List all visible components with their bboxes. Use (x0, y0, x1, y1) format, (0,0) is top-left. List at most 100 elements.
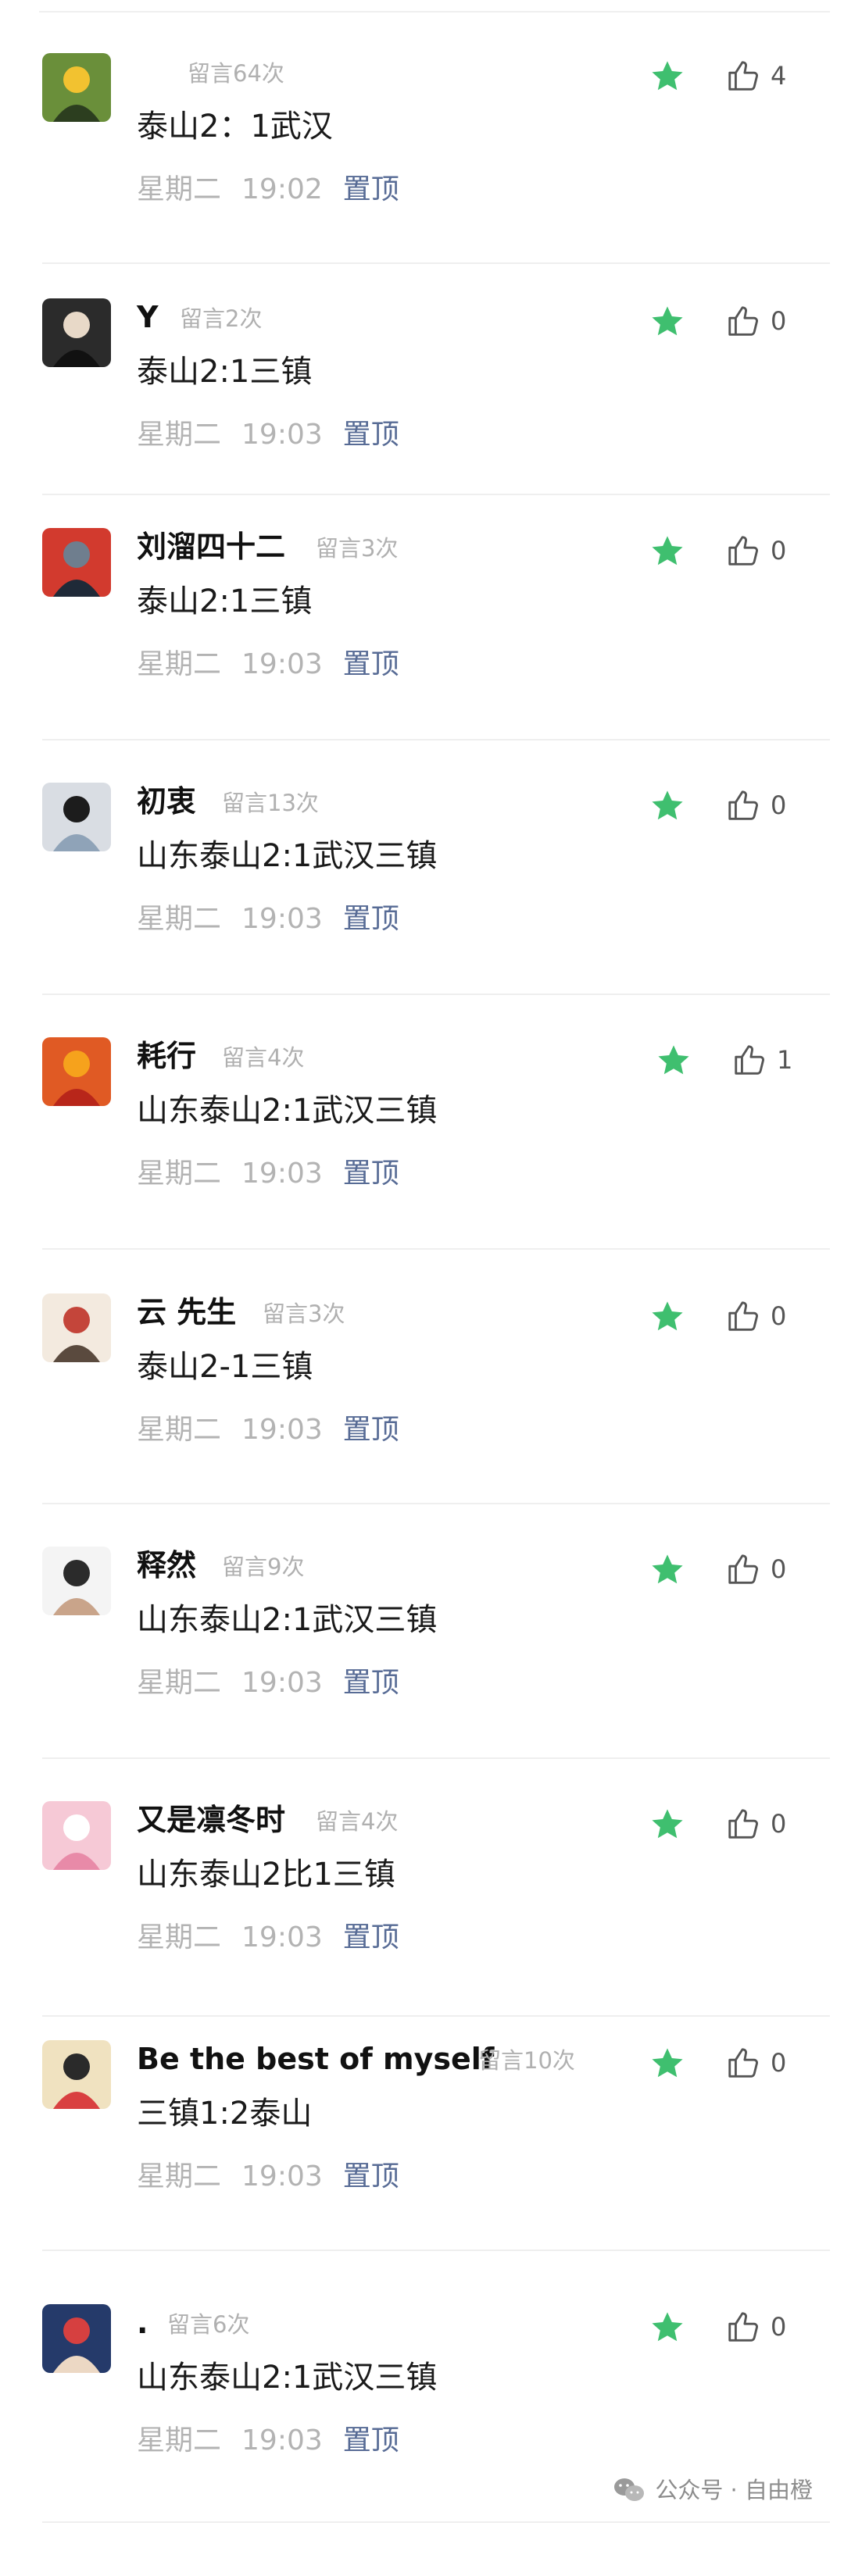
star-icon[interactable] (655, 1042, 692, 1079)
star-icon[interactable] (649, 2045, 686, 2082)
like-button[interactable]: 0 (725, 2043, 786, 2082)
thumbs-up-icon (728, 790, 758, 820)
comment-day: 星期二 (137, 1414, 222, 1446)
pin-button[interactable]: 置顶 (343, 1414, 399, 1446)
avatar[interactable] (42, 1037, 111, 1106)
like-count: 0 (771, 2312, 787, 2342)
avatar-photo-icon (42, 1801, 111, 1870)
avatar[interactable] (42, 1547, 111, 1615)
star-icon[interactable] (649, 1551, 686, 1589)
pin-button[interactable]: 置顶 (343, 648, 399, 680)
nickname: Y (137, 300, 159, 334)
like-button[interactable]: 4 (725, 56, 786, 95)
comment-count: 留言4次 (316, 1808, 399, 1835)
comment-count: 留言4次 (222, 1044, 305, 1071)
comment-text: 泰山2:1三镇 (137, 583, 313, 619)
like-count: 0 (771, 306, 787, 336)
avatar[interactable] (42, 783, 111, 851)
comment-time: 19:03 (241, 1158, 323, 1190)
comment-time: 19:02 (241, 173, 323, 205)
avatar[interactable] (42, 1801, 111, 1870)
comment-day: 星期二 (137, 648, 222, 680)
star-icon[interactable] (649, 533, 686, 570)
comment-text: 泰山2:1三镇 (137, 354, 313, 390)
comment-text: 泰山2：1武汉 (137, 109, 333, 144)
thumbs-up-icon (728, 536, 758, 566)
comment-time: 19:03 (241, 1667, 323, 1699)
pin-button[interactable]: 置顶 (343, 1158, 399, 1190)
pin-button[interactable]: 置顶 (343, 2424, 399, 2456)
pin-button[interactable]: 置顶 (343, 1921, 399, 1953)
comment-day: 星期二 (137, 419, 222, 451)
comment-text: 山东泰山2:1武汉三镇 (137, 1602, 438, 1638)
comment-day: 星期二 (137, 903, 222, 935)
pin-button[interactable]: 置顶 (343, 419, 399, 451)
avatar[interactable] (42, 528, 111, 597)
avatar[interactable] (42, 2304, 111, 2373)
comment-count: 留言64次 (188, 60, 284, 87)
avatar[interactable] (42, 1293, 111, 1362)
comment-meta: 星期二 19:03 置顶 (137, 1665, 399, 1701)
like-button[interactable]: 0 (725, 786, 786, 825)
avatar-photo-icon (42, 2304, 111, 2373)
comment-meta: 星期二 19:02 置顶 (137, 172, 399, 208)
comment-item: . 留言6次 山东泰山2:1武汉三镇 星期二 19:03 置顶 0 (0, 2304, 844, 2468)
like-button[interactable]: 0 (725, 531, 786, 570)
avatar-photo-icon (42, 2040, 111, 2109)
avatar[interactable] (42, 2040, 111, 2109)
like-button[interactable]: 0 (725, 1804, 786, 1843)
like-count: 1 (777, 1045, 793, 1075)
pin-button[interactable]: 置顶 (343, 2160, 399, 2192)
thumbs-up-icon (728, 1809, 758, 1839)
divider (42, 1503, 830, 1504)
comment-day: 星期二 (137, 1667, 222, 1699)
comment-count: 留言13次 (222, 790, 319, 816)
comment-time: 19:03 (241, 1921, 323, 1953)
thumbs-up-icon (728, 2312, 758, 2342)
comment-item: 释然 留言9次 山东泰山2:1武汉三镇 星期二 19:03 置顶 0 (0, 1547, 844, 1711)
bottom-divider (42, 2521, 830, 2523)
star-icon[interactable] (649, 1806, 686, 1843)
nickname: 耗行 (137, 1039, 197, 1073)
avatar[interactable] (42, 298, 111, 367)
like-count: 0 (771, 2048, 787, 2078)
comment-time: 19:03 (241, 419, 323, 451)
star-icon[interactable] (649, 2309, 686, 2346)
comment-meta: 星期二 19:03 置顶 (137, 901, 399, 937)
avatar-photo-icon (42, 1037, 111, 1106)
comment-day: 星期二 (137, 1921, 222, 1953)
avatar[interactable] (42, 53, 111, 122)
comment-day: 星期二 (137, 173, 222, 205)
comment-time: 19:03 (241, 1414, 323, 1446)
like-button[interactable]: 0 (725, 1297, 786, 1336)
thumbs-up-icon (728, 306, 758, 336)
comment-item: 耗行 留言4次 山东泰山2:1武汉三镇 星期二 19:03 置顶 1 (0, 1037, 844, 1201)
like-button[interactable]: 0 (725, 301, 786, 341)
comment-text: 泰山2-1三镇 (137, 1349, 313, 1385)
like-count: 0 (771, 1809, 787, 1839)
like-button[interactable]: 1 (731, 1040, 792, 1079)
like-count: 0 (771, 1301, 787, 1331)
nickname: 初衷 (137, 784, 197, 819)
divider (42, 1248, 830, 1250)
star-icon[interactable] (649, 1298, 686, 1336)
comment-text: 山东泰山2比1三镇 (137, 1857, 395, 1893)
comment-meta: 星期二 19:03 置顶 (137, 2423, 399, 2459)
like-button[interactable]: 0 (725, 1550, 786, 1589)
comment-count: 留言6次 (167, 2311, 250, 2338)
star-icon[interactable] (649, 58, 686, 95)
star-icon[interactable] (649, 303, 686, 341)
comment-text: 山东泰山2:1武汉三镇 (137, 838, 438, 874)
comment-meta: 星期二 19:03 置顶 (137, 1156, 399, 1192)
comment-text: 山东泰山2:1武汉三镇 (137, 2360, 438, 2396)
thumbs-up-icon (728, 1301, 758, 1331)
star-icon[interactable] (649, 787, 686, 825)
nickname: 云 先生 (137, 1295, 237, 1329)
like-button[interactable]: 0 (725, 2307, 786, 2346)
pin-button[interactable]: 置顶 (343, 1667, 399, 1699)
pin-button[interactable]: 置顶 (343, 173, 399, 205)
comment-meta: 星期二 19:03 置顶 (137, 417, 399, 453)
comment-day: 星期二 (137, 2424, 222, 2456)
pin-button[interactable]: 置顶 (343, 903, 399, 935)
wechat-icon (614, 2478, 645, 2501)
